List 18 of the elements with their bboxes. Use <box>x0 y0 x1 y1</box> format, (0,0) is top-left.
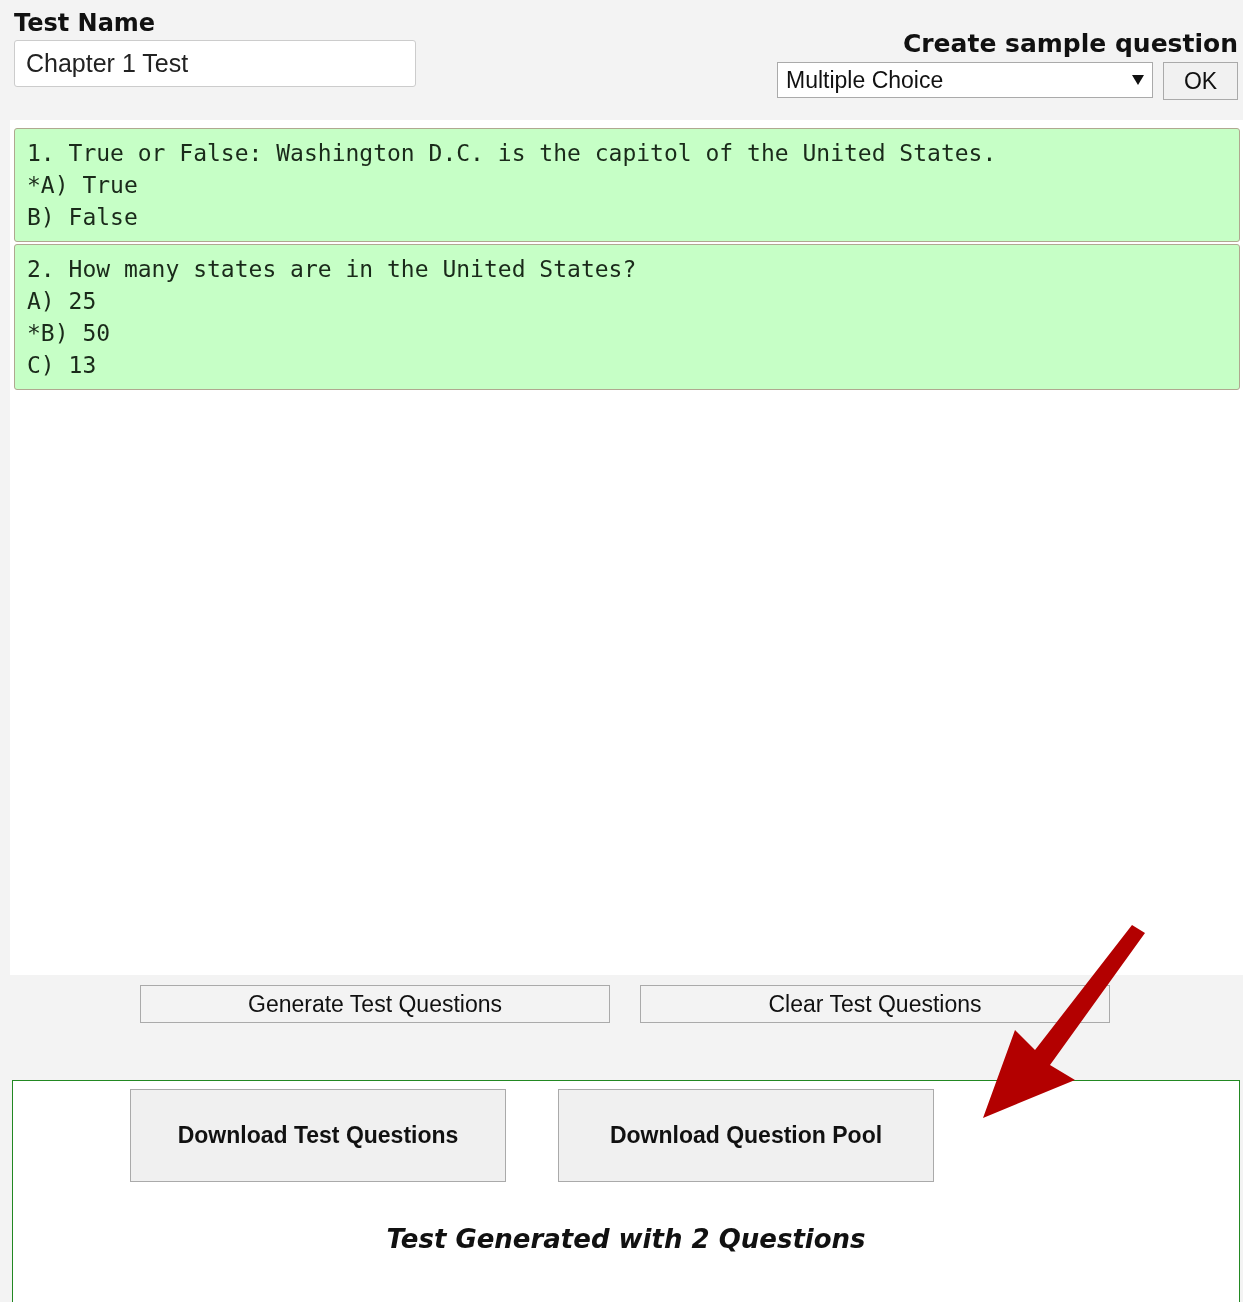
download-button[interactable]: Download Question Pool <box>558 1089 934 1182</box>
question-line: 2. How many states are in the United States? <box>27 255 638 284</box>
ok-button[interactable]: OK <box>1163 62 1238 100</box>
question-line: *B) 50 <box>27 319 112 348</box>
status-message: Test Generated with 2 Questions <box>386 1223 866 1256</box>
question-line: 1. True or False: Washington D.C. is the capitol of the United States. <box>27 139 998 168</box>
action-button[interactable]: Clear Test Questions <box>640 985 1110 1023</box>
field-label: Test Name <box>14 8 157 38</box>
action-button[interactable]: Generate Test Questions <box>140 985 610 1023</box>
question-line: C) 13 <box>27 351 98 380</box>
section-label: Create sample question <box>902 28 1238 60</box>
question-line: B) False <box>27 203 139 232</box>
question-line: *A) True <box>27 171 139 200</box>
download-button[interactable]: Download Test Questions <box>130 1089 506 1182</box>
test-name-field[interactable]: Chapter 1 Test <box>14 40 416 87</box>
question-type-select[interactable]: Multiple Choice <box>777 62 1153 98</box>
question-line: A) 25 <box>27 287 98 316</box>
dropdown-arrow-icon <box>1132 75 1144 85</box>
